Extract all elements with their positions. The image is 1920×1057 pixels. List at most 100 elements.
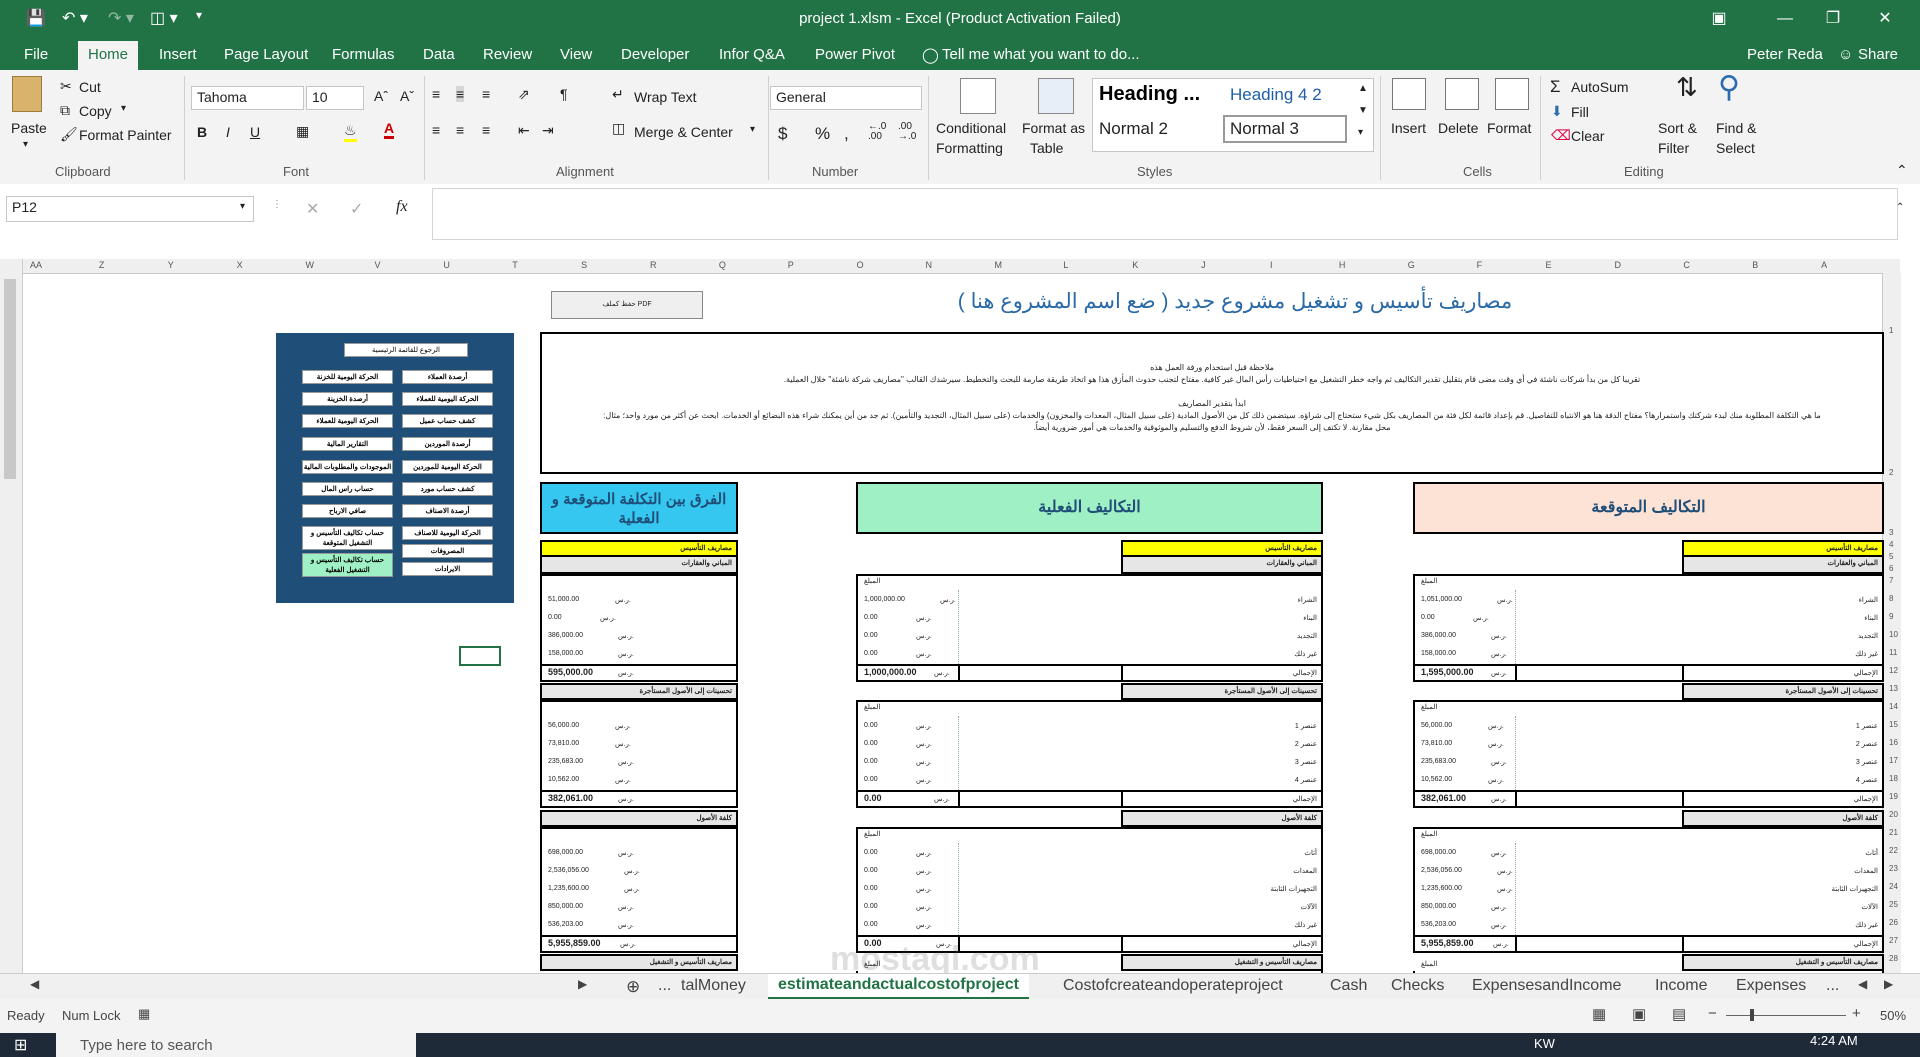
column-header-c[interactable]: C xyxy=(1683,260,1690,270)
expected-b3-row-value[interactable]: 698,000.00 xyxy=(1421,849,1456,856)
sheet-tab-checks[interactable]: Checks xyxy=(1391,977,1444,995)
row-header-25[interactable]: 25 xyxy=(1889,900,1898,909)
actual-b1-row-value[interactable]: 0.00 xyxy=(864,632,878,639)
shrink-font-icon[interactable]: Aˇ xyxy=(400,88,414,104)
nav-left-button[interactable]: حساب تكاليف التأسيس و التشغيل المتوقعة xyxy=(302,526,393,550)
percent-button[interactable]: % xyxy=(815,124,830,144)
row-header-20[interactable]: 20 xyxy=(1889,810,1898,819)
column-header-y[interactable]: Y xyxy=(168,260,174,270)
zoom-slider[interactable] xyxy=(1726,1015,1846,1016)
column-header-w[interactable]: W xyxy=(306,260,315,270)
minimize-icon[interactable]: — xyxy=(1762,6,1808,32)
font-color-icon[interactable]: A xyxy=(384,120,395,139)
nav-right-button[interactable]: الحركة اليومية للعملاء xyxy=(402,392,493,406)
expected-b1-row-value[interactable]: 0.00 xyxy=(1421,614,1435,621)
insert-cells-button[interactable]: Insert xyxy=(1391,120,1426,136)
diff-b1-row-value[interactable]: 51,000.00 xyxy=(548,596,579,603)
nav-left-button[interactable]: التقارير المالية xyxy=(302,437,393,451)
orientation-icon[interactable]: ⇗ xyxy=(518,86,530,103)
number-format-box[interactable]: General xyxy=(770,86,922,110)
align-right-icon[interactable]: ≡ xyxy=(482,122,490,138)
tab-developer[interactable]: Developer xyxy=(621,46,689,63)
sheet-tab-estimate-actual[interactable]: estimateandactualcostofproject xyxy=(768,974,1029,1000)
row-header-16[interactable]: 16 xyxy=(1889,738,1898,747)
actual-b2-row-value[interactable]: 0.00 xyxy=(864,758,878,765)
autosum-button[interactable]: AutoSum xyxy=(1571,79,1629,95)
page-layout-view-icon[interactable]: ▣ xyxy=(1632,1005,1646,1023)
align-bottom-icon[interactable]: ≡ xyxy=(482,86,490,102)
column-header-b[interactable]: B xyxy=(1752,260,1758,270)
column-header-n[interactable]: N xyxy=(926,260,933,270)
row-header-24[interactable]: 24 xyxy=(1889,882,1898,891)
enter-formula-icon[interactable]: ✓ xyxy=(350,199,363,219)
add-sheet-icon[interactable]: ⊕ xyxy=(626,977,640,997)
nav-right-button[interactable]: أرصدة العملاء xyxy=(402,370,493,384)
fill-button[interactable]: Fill xyxy=(1571,104,1589,120)
conditional-formatting-button[interactable]: Conditional xyxy=(936,120,1006,136)
column-header-r[interactable]: R xyxy=(650,260,657,270)
back-to-main-menu-button[interactable]: الرجوع للقائمة الرئيسية xyxy=(344,343,468,357)
column-header-x[interactable]: X xyxy=(237,260,243,270)
column-header-v[interactable]: V xyxy=(374,260,380,270)
tab-data[interactable]: Data xyxy=(423,46,455,63)
sheet-tab-cost-create[interactable]: Costofcreateandoperateproject xyxy=(1063,977,1283,995)
scroll-left-icon[interactable]: ◀ xyxy=(30,977,39,991)
formula-input[interactable] xyxy=(432,188,1898,240)
row-header-28[interactable]: 28 xyxy=(1889,954,1898,963)
row-header-3[interactable]: 3 xyxy=(1889,528,1893,537)
vertical-scrollbar[interactable] xyxy=(0,259,23,973)
decrease-indent-icon[interactable]: ⇤ xyxy=(518,122,530,139)
comma-button[interactable]: , xyxy=(844,124,849,144)
insert-function-icon[interactable]: fx xyxy=(396,198,408,216)
column-header-h[interactable]: H xyxy=(1339,260,1346,270)
diff-b1-row-value[interactable]: 0.00 xyxy=(548,614,562,621)
nav-right-button[interactable]: كشف حساب مورد xyxy=(402,482,493,496)
zoom-level[interactable]: 50% xyxy=(1880,1008,1906,1023)
copy-icon[interactable]: ⧉ xyxy=(60,102,70,119)
actual-b1-row-value[interactable]: 0.00 xyxy=(864,614,878,621)
diff-b3-row-value[interactable]: 1,235,600.00 xyxy=(548,885,589,892)
increase-decimal-icon[interactable]: ←.0.00 xyxy=(868,122,886,142)
font-size-box[interactable]: 10 xyxy=(306,86,364,110)
nav-right-button[interactable]: أرصدة الموردين xyxy=(402,437,493,451)
zoom-slider-thumb[interactable] xyxy=(1750,1009,1754,1021)
paste-icon[interactable] xyxy=(12,76,42,112)
nav-left-button[interactable]: الموجودات والمطلوبات المالية xyxy=(302,460,393,474)
align-top-icon[interactable]: ≡ xyxy=(432,86,440,102)
italic-button[interactable]: I xyxy=(226,124,230,140)
nav-left-button[interactable]: حساب تكاليف التأسيس و التشغيل الفعلية xyxy=(302,553,393,577)
actual-b2-row-value[interactable]: 0.00 xyxy=(864,740,878,747)
nav-left-button[interactable]: الحركة اليومية للخزنة والمصروف xyxy=(302,370,393,384)
share-icon[interactable]: ☺ xyxy=(1838,46,1853,63)
bold-button[interactable]: B xyxy=(197,124,207,140)
row-header-22[interactable]: 22 xyxy=(1889,846,1898,855)
tabs-scroll-right-icon[interactable]: ▶ xyxy=(1884,977,1893,991)
column-header-t[interactable]: T xyxy=(512,260,518,270)
style-heading[interactable]: Heading ... xyxy=(1099,83,1200,106)
column-header-m[interactable]: M xyxy=(994,260,1002,270)
column-header-q[interactable]: Q xyxy=(719,260,726,270)
expected-b3-row-value[interactable]: 2,536,056.00 xyxy=(1421,867,1462,874)
sheet-tab-income[interactable]: Income xyxy=(1655,977,1707,995)
align-left-icon[interactable]: ≡ xyxy=(432,122,440,138)
diff-b3-row-value[interactable]: 536,203.00 xyxy=(548,921,583,928)
column-header-z[interactable]: Z xyxy=(99,260,105,270)
column-header-i[interactable]: I xyxy=(1270,260,1273,270)
row-header-12[interactable]: 12 xyxy=(1889,666,1898,675)
diff-b2-row-value[interactable]: 235,683.00 xyxy=(548,758,583,765)
cut-icon[interactable]: ✂ xyxy=(60,78,72,95)
format-cells-button[interactable]: Format xyxy=(1487,120,1531,136)
selected-cell[interactable] xyxy=(459,646,501,666)
scroll-right-icon[interactable]: ▶ xyxy=(578,977,587,991)
clear-button[interactable]: Clear xyxy=(1571,128,1604,144)
sort-filter-button[interactable]: Sort & xyxy=(1658,120,1697,136)
cancel-formula-icon[interactable]: ✕ xyxy=(306,199,319,219)
actual-b3-row-value[interactable]: 0.00 xyxy=(864,921,878,928)
windows-start-icon[interactable]: ⊞ xyxy=(14,1035,27,1055)
style-normal-2[interactable]: Normal 2 xyxy=(1099,119,1168,139)
tell-me-box[interactable]: Tell me what you want to do... xyxy=(942,46,1140,63)
collapse-ribbon-icon[interactable]: ⌃ xyxy=(1896,162,1908,179)
column-header-j[interactable]: J xyxy=(1201,260,1206,270)
name-box[interactable]: P12 xyxy=(6,196,254,222)
column-header-e[interactable]: E xyxy=(1546,260,1552,270)
